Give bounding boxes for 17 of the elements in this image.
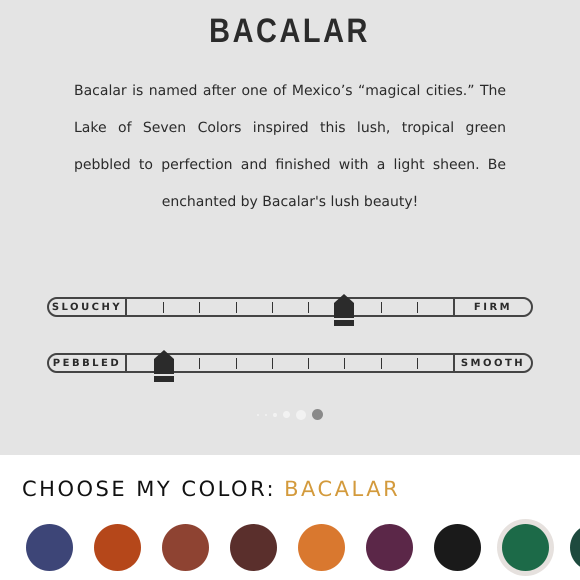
- product-title: BACALAR: [210, 12, 370, 51]
- scale-label: PEBBLED: [49, 355, 127, 371]
- product-description: Bacalar is named after one of Mexico’s “magical cities.” The Lake of Seven Colors inspired this lush, tropical green pebbled to perfection and finished with a light sheen. Be enchanted by Bacalar's lush beauty!: [74, 82, 506, 212]
- color-swatch[interactable]: [162, 524, 209, 570]
- scale-label: SLOUCHY: [49, 299, 127, 315]
- color-swatch[interactable]: [298, 524, 345, 570]
- scale-label: SMOOTH: [453, 355, 531, 371]
- color-swatch[interactable]: [434, 524, 481, 570]
- scale-label: FIRM: [453, 299, 531, 315]
- color-swatch[interactable]: [26, 524, 73, 570]
- color-swatch[interactable]: [366, 524, 413, 570]
- color-swatch[interactable]: [230, 524, 277, 570]
- color-label: CHOOSE MY COLOR:: [22, 477, 276, 501]
- selected-color-name: BACALAR: [284, 477, 400, 501]
- color-swatch[interactable]: [94, 524, 141, 570]
- color-swatch[interactable]: [502, 524, 549, 570]
- pager-dot[interactable]: [312, 409, 323, 420]
